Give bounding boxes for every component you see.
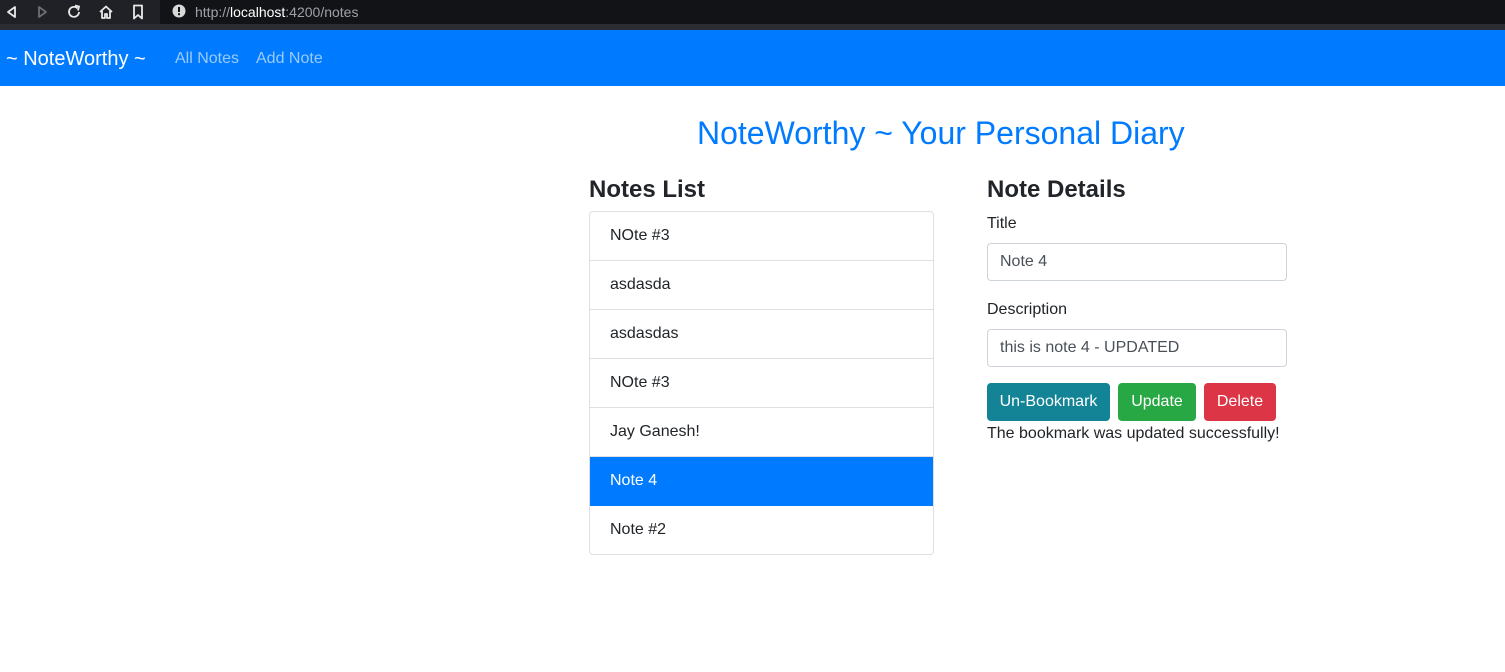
info-icon[interactable] <box>172 4 186 18</box>
list-item[interactable]: Note 4 <box>590 457 933 506</box>
description-input[interactable] <box>987 329 1287 367</box>
description-label: Description <box>987 301 1068 318</box>
app-navbar: ~ NoteWorthy ~ All Notes Add Note <box>0 30 1505 86</box>
back-icon[interactable] <box>2 2 22 22</box>
url-scheme: http:// <box>195 4 231 20</box>
list-item[interactable]: asdasda <box>590 261 933 310</box>
bookmark-icon[interactable] <box>128 2 148 22</box>
update-button[interactable]: Update <box>1118 383 1196 421</box>
list-item[interactable]: asdasdas <box>590 310 933 359</box>
title-label: Title <box>987 215 1017 232</box>
forward-icon[interactable] <box>32 2 52 22</box>
url-path: :4200/notes <box>285 4 359 20</box>
browser-toolbar: http://localhost:4200/notes <box>0 0 1505 30</box>
note-details-heading: Note Details <box>987 176 1126 203</box>
list-item[interactable]: NOte #3 <box>590 212 933 261</box>
reload-icon[interactable] <box>64 2 84 22</box>
un-bookmark-button[interactable]: Un-Bookmark <box>987 383 1110 421</box>
home-icon[interactable] <box>96 2 116 22</box>
navbar-brand[interactable]: ~ NoteWorthy ~ <box>6 47 146 71</box>
list-item[interactable]: Note #2 <box>590 506 933 554</box>
notes-list-heading: Notes List <box>589 176 706 203</box>
notes-list: NOte #3 asdasda asdasdas NOte #3 Jay Ganesh!… <box>589 211 934 555</box>
url-host: localhost <box>230 4 286 20</box>
title-input[interactable] <box>987 243 1287 281</box>
address-bar[interactable] <box>160 0 1505 24</box>
delete-button[interactable]: Delete <box>1204 383 1276 421</box>
nav-link-add-note[interactable]: Add Note <box>256 49 323 69</box>
list-item[interactable]: NOte #3 <box>590 359 933 408</box>
address-bar-url[interactable]: http://localhost:4200/notes <box>195 4 358 20</box>
nav-link-all-notes[interactable]: All Notes <box>175 49 239 69</box>
status-message: The bookmark was updated successfully! <box>987 425 1280 442</box>
list-item[interactable]: Jay Ganesh! <box>590 408 933 457</box>
page-title: NoteWorthy ~ Your Personal Diary <box>697 115 1185 151</box>
